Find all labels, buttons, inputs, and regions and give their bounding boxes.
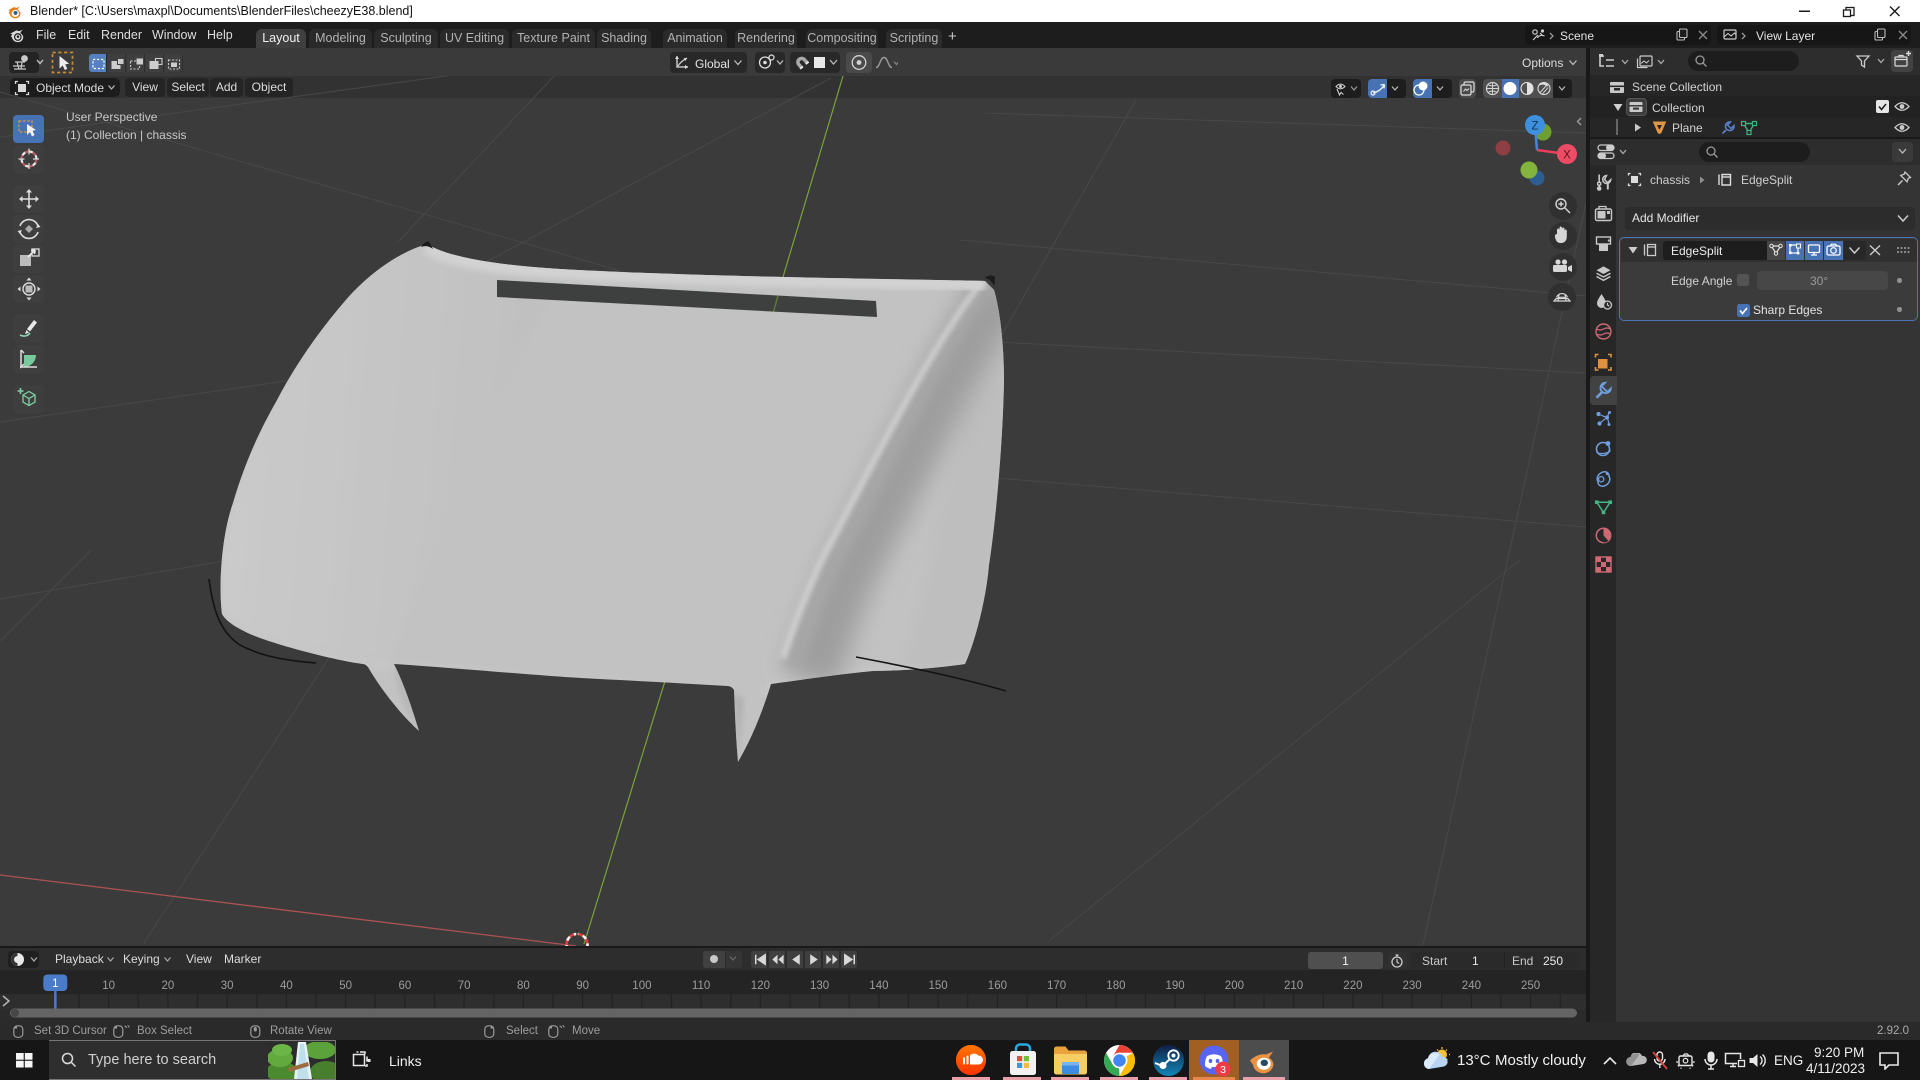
svg-text:30: 30 — [221, 980, 234, 992]
svg-text:210: 210 — [1284, 980, 1303, 992]
svg-text:90: 90 — [576, 980, 589, 992]
svg-text:10: 10 — [102, 980, 115, 992]
svg-text:170: 170 — [1047, 980, 1066, 992]
svg-text:160: 160 — [988, 980, 1007, 992]
svg-text:150: 150 — [929, 980, 948, 992]
svg-text:140: 140 — [869, 980, 888, 992]
svg-text:3: 3 — [1220, 1064, 1226, 1076]
svg-text:180: 180 — [1106, 980, 1125, 992]
svg-text:20: 20 — [162, 980, 175, 992]
svg-text:110: 110 — [692, 980, 710, 992]
svg-text:40: 40 — [280, 980, 293, 992]
svg-text:70: 70 — [458, 980, 471, 992]
svg-text:240: 240 — [1462, 980, 1481, 992]
svg-text:190: 190 — [1166, 980, 1185, 992]
svg-text:120: 120 — [751, 980, 770, 992]
svg-text:Z: Z — [1531, 121, 1538, 133]
svg-text:130: 130 — [810, 980, 829, 992]
svg-text:230: 230 — [1403, 980, 1422, 992]
svg-text:100: 100 — [632, 980, 651, 992]
svg-text:220: 220 — [1343, 980, 1362, 992]
svg-text:200: 200 — [1225, 980, 1244, 992]
svg-text:250: 250 — [1521, 980, 1540, 992]
svg-text:X: X — [1563, 150, 1571, 162]
svg-text:60: 60 — [399, 980, 412, 992]
svg-text:50: 50 — [339, 980, 352, 992]
svg-text:80: 80 — [517, 980, 530, 992]
svg-text:1: 1 — [52, 978, 58, 990]
